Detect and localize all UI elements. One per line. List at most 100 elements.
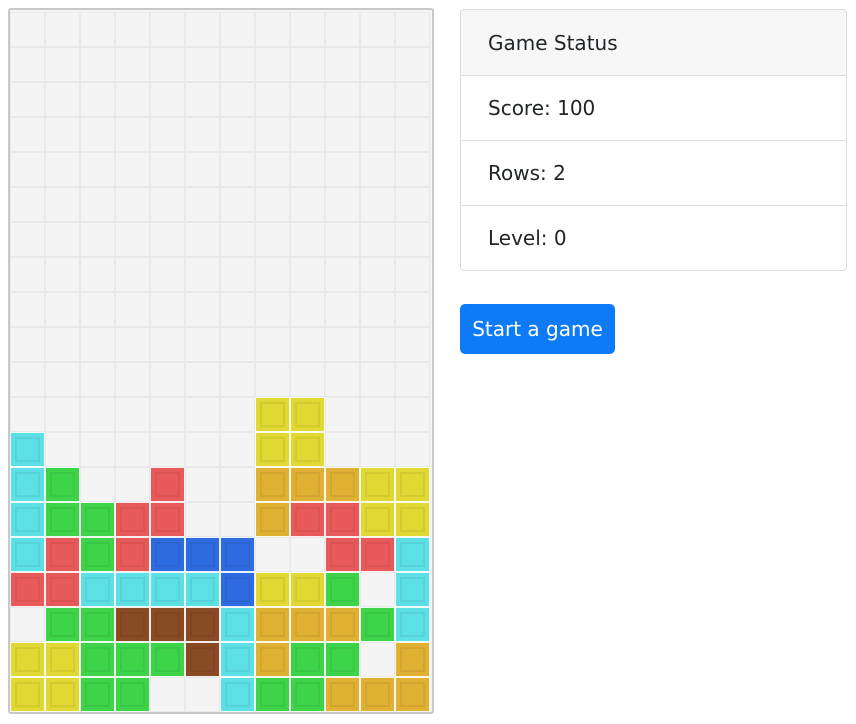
board-cell-empty [150,47,185,82]
board-cell-empty [10,397,45,432]
board-cell-block [185,642,220,677]
board-cell-empty [80,327,115,362]
board-cell-empty [185,467,220,502]
board-cell-empty [325,82,360,117]
board-cell-empty [325,362,360,397]
board-cell-block [290,467,325,502]
board-cell-empty [80,362,115,397]
board-cell-block [80,677,115,712]
board-cell-empty [115,187,150,222]
board-cell-block [150,642,185,677]
board-cell-block [115,642,150,677]
board-cell-empty [45,362,80,397]
board-cell-empty [10,187,45,222]
board-cell-empty [255,152,290,187]
board-cell-block [220,537,255,572]
board-cell-block [10,467,45,502]
board-cell-empty [325,397,360,432]
game-status-panel: Game Status Score: 100 Rows: 2 Level: 0 [460,9,847,271]
board-cell-block [10,677,45,712]
board-cell-block [10,432,45,467]
board-cell-block [10,537,45,572]
board-cell-block [325,467,360,502]
board-cell-empty [395,362,430,397]
score-value: Score: 100 [461,75,846,140]
board-cell-empty [80,117,115,152]
board-cell-empty [255,47,290,82]
board-cell-empty [360,222,395,257]
board-cell-block [115,537,150,572]
board-cell-empty [150,397,185,432]
board-cell-empty [115,467,150,502]
board-cell-empty [220,257,255,292]
board-cell-block [360,537,395,572]
board-cell-block [220,607,255,642]
board-cell-empty [80,222,115,257]
board-cell-empty [45,432,80,467]
board-cell-empty [150,362,185,397]
board-cell-block [325,642,360,677]
board-cell-empty [220,502,255,537]
board-cell-block [290,642,325,677]
board-cell-empty [115,82,150,117]
board-cell-empty [220,397,255,432]
board-cell-empty [115,12,150,47]
board-cell-empty [10,152,45,187]
board-cell-empty [220,82,255,117]
board-cell-empty [290,117,325,152]
board-cell-block [10,502,45,537]
board-cell-empty [395,117,430,152]
board-cell-empty [115,362,150,397]
board-cell-empty [220,12,255,47]
board-cell-empty [290,222,325,257]
board-cell-empty [10,607,45,642]
board-cell-block [45,467,80,502]
board-cell-empty [325,257,360,292]
board-cell-empty [185,117,220,152]
board-cell-empty [185,257,220,292]
board-cell-empty [150,82,185,117]
board-cell-block [255,502,290,537]
board-cell-block [10,642,45,677]
board-cell-block [80,537,115,572]
board-cell-empty [115,327,150,362]
game-board[interactable] [8,8,434,714]
board-cell-empty [220,327,255,362]
board-cell-block [45,607,80,642]
board-cell-block [290,572,325,607]
board-cell-empty [360,257,395,292]
board-cell-block [80,572,115,607]
board-cell-empty [360,47,395,82]
board-cell-empty [45,187,80,222]
board-cell-block [255,432,290,467]
board-cell-block [80,607,115,642]
board-cell-empty [395,327,430,362]
board-cell-empty [45,292,80,327]
board-cell-empty [255,537,290,572]
board-cell-empty [150,222,185,257]
board-cell-empty [45,82,80,117]
start-game-button[interactable]: Start a game [460,304,615,354]
board-cell-empty [325,47,360,82]
board-cell-block [185,607,220,642]
board-cell-empty [185,187,220,222]
board-cell-block [45,502,80,537]
board-cell-empty [220,222,255,257]
board-cell-block [45,677,80,712]
board-cell-empty [220,362,255,397]
board-cell-empty [115,397,150,432]
board-cell-empty [185,222,220,257]
board-cell-block [185,572,220,607]
board-cell-block [255,572,290,607]
board-cell-empty [115,292,150,327]
board-cell-empty [325,292,360,327]
board-cell-empty [395,397,430,432]
board-cell-empty [360,292,395,327]
board-cell-empty [255,292,290,327]
board-cell-empty [185,152,220,187]
board-cell-empty [10,257,45,292]
board-cell-empty [360,397,395,432]
board-cell-empty [290,187,325,222]
board-cell-empty [150,12,185,47]
board-cell-empty [255,362,290,397]
